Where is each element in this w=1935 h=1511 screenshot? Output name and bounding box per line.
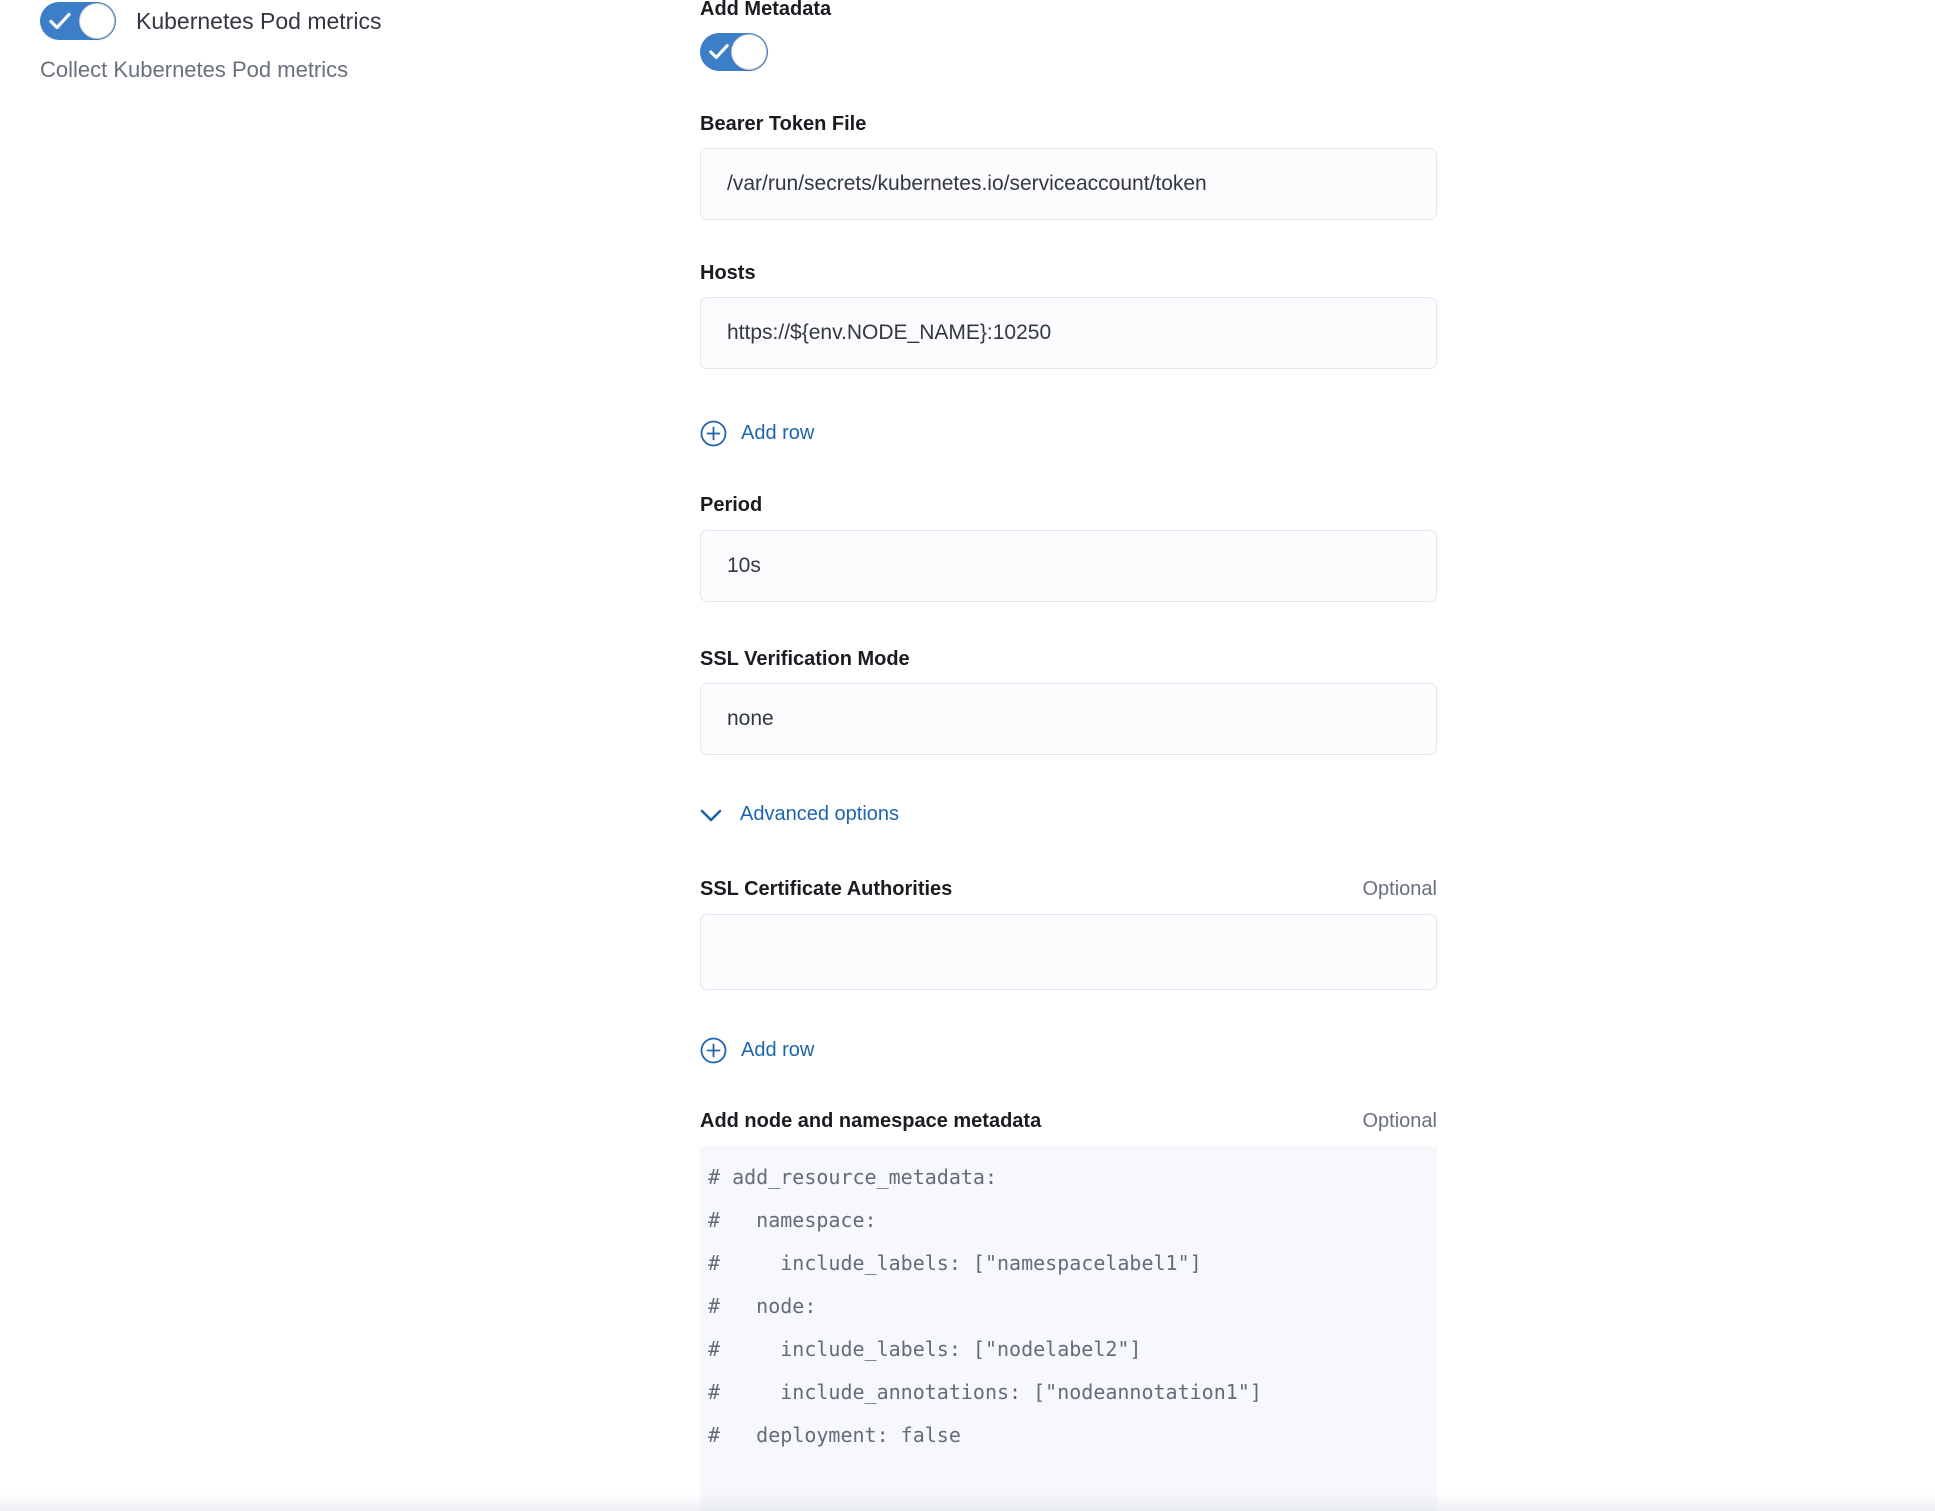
toggle-knob	[79, 3, 115, 39]
toggle-knob	[731, 34, 767, 70]
period-input[interactable]	[700, 530, 1437, 602]
plus-in-circle-icon	[700, 1037, 727, 1064]
bearer-token-file-input[interactable]	[700, 148, 1437, 220]
node-meta-optional-badge: Optional	[1363, 1110, 1438, 1133]
check-icon	[709, 43, 729, 61]
period-label: Period	[700, 494, 762, 517]
plus-in-circle-icon	[700, 420, 727, 447]
add-row-label: Add row	[741, 422, 814, 445]
ssl-verification-mode-input[interactable]	[700, 683, 1437, 755]
yaml-code-content: # add_resource_metadata: # namespace: # …	[700, 1146, 1437, 1457]
hosts-label: Hosts	[700, 262, 756, 285]
add-metadata-toggle[interactable]	[700, 33, 768, 71]
bearer-token-file-label: Bearer Token File	[700, 113, 866, 136]
settings-form: Add Metadata Bearer Token File Hosts Add…	[700, 0, 1437, 1511]
advanced-options-toggle[interactable]: Advanced options	[700, 803, 899, 826]
node-namespace-metadata-editor[interactable]: # add_resource_metadata: # namespace: # …	[700, 1146, 1437, 1511]
ssl-certificate-authorities-input[interactable]	[700, 914, 1437, 990]
add-row-button-ssl-ca[interactable]: Add row	[700, 1037, 814, 1064]
integration-description: Collect Kubernetes Pod metrics	[40, 57, 348, 83]
node-namespace-metadata-label: Add node and namespace metadata	[700, 1110, 1041, 1133]
integration-summary-panel: Kubernetes Pod metrics Collect Kubernete…	[0, 0, 560, 300]
chevron-down-icon	[700, 808, 722, 822]
advanced-options-label: Advanced options	[740, 803, 899, 826]
ssl-ca-optional-badge: Optional	[1363, 878, 1438, 901]
ssl-verification-mode-label: SSL Verification Mode	[700, 648, 910, 671]
check-icon	[49, 12, 71, 31]
add-row-label: Add row	[741, 1039, 814, 1062]
hosts-input[interactable]	[700, 297, 1437, 369]
ssl-certificate-authorities-label: SSL Certificate Authorities	[700, 878, 952, 901]
add-row-button-hosts[interactable]: Add row	[700, 420, 814, 447]
add-metadata-label: Add Metadata	[700, 0, 831, 21]
kubernetes-pod-metrics-toggle[interactable]	[40, 2, 116, 40]
integration-title: Kubernetes Pod metrics	[136, 8, 381, 35]
